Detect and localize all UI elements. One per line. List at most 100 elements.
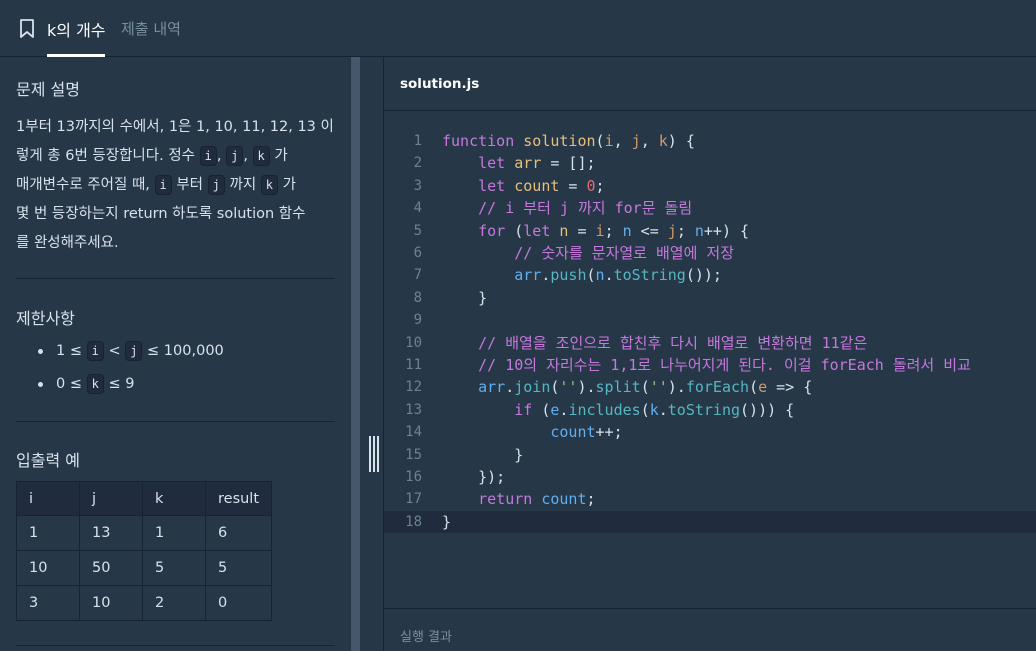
line-number: 7 — [413, 267, 422, 284]
grip-bar — [373, 436, 375, 472]
code-line[interactable]: 11 // 10의 자리수는 1,1로 나누어지게 된다. 이걸 forEach… — [384, 354, 1036, 376]
tab-problem[interactable]: k의 개수 — [47, 17, 106, 41]
desc-sep: , — [216, 148, 222, 164]
line-number: 15 — [405, 446, 422, 463]
code-text: // 10의 자리수는 1,1로 나누어지게 된다. 이걸 forEach 돌려… — [442, 354, 971, 376]
code-k: k — [260, 175, 279, 195]
code-comment: // i 부터 j 까지 for문 돌림 — [478, 199, 693, 218]
code-k: k — [86, 374, 104, 394]
table-cell: 1 — [142, 515, 206, 551]
table-cell: 5 — [205, 550, 272, 586]
code-text: arr.join('').split('').forEach(e => { — [478, 378, 813, 397]
list-item: 0 ≤ k ≤ 9 — [38, 372, 224, 405]
line-number: 5 — [413, 222, 422, 239]
code-text: // 숫자를 문자열로 배열에 저장 — [442, 242, 734, 264]
io-section-title: 입출력 예 — [16, 451, 80, 470]
code-line[interactable]: 15 } — [384, 444, 1036, 466]
code-text: arr.push(n.toString()); — [514, 266, 722, 285]
problem-description-pane[interactable]: 문제 설명 1부터 13까지의 수에서, 1은 1, 10, 11, 12, 1… — [0, 57, 351, 651]
table-header-cell: j — [79, 481, 143, 516]
desc-text: 까지 — [229, 177, 257, 193]
code-text: count++; — [550, 423, 623, 442]
editor-filename: solution.js — [400, 76, 480, 92]
line-number: 4 — [413, 200, 422, 217]
line-number: 3 — [413, 177, 422, 194]
table-row: 1 13 1 6 — [16, 515, 272, 551]
tab-submissions[interactable]: 제출 내역 — [121, 18, 181, 39]
line-number: 11 — [405, 357, 422, 373]
desc-text: 가 — [274, 148, 288, 164]
code-text: let count = 0; — [478, 176, 605, 195]
line-number: 14 — [405, 424, 422, 441]
section-divider — [16, 421, 335, 422]
line-number: 1 — [413, 133, 422, 149]
code-comment: // 숫자를 문자열로 배열에 저장 — [514, 244, 735, 262]
line-number: 12 — [405, 379, 422, 396]
line-number: 17 — [405, 491, 422, 508]
desc-sep: , — [243, 148, 248, 164]
desc-line: 를 완성해주세요. — [16, 235, 119, 251]
limit-text: 0 ≤ — [56, 376, 82, 392]
code-editor[interactable]: 1 function solution(i, j, k) { 2 let arr … — [383, 111, 1036, 608]
code-j: j — [207, 175, 225, 195]
code-line[interactable]: 1 function solution(i, j, k) { — [384, 130, 1036, 152]
desc-line: 매개변수로 주어질 때, i 부터 j 까지 k 가 — [16, 171, 335, 200]
code-line[interactable]: 9 — [384, 309, 1036, 331]
code-line[interactable]: 5 for (let n = i; n <= j; n++) { — [384, 220, 1036, 242]
code-line[interactable]: 2 let arr = []; — [384, 152, 1036, 174]
desc-text: 부터 — [176, 177, 204, 193]
code-comment: // 10의 자리수는 1,1로 나누어지게 된다. 이걸 forEach 돌려… — [478, 356, 971, 374]
code-text: }); — [442, 468, 506, 486]
code-text: // 배열을 조인으로 합친후 다시 배열로 변환하면 11같은 — [442, 332, 867, 354]
code-line[interactable]: 7 arr.push(n.toString()); — [384, 264, 1036, 286]
line-number: 18 — [405, 513, 422, 530]
table-cell: 13 — [79, 515, 143, 551]
pane-scrollbar[interactable] — [351, 57, 360, 651]
bookmark-icon[interactable] — [19, 19, 35, 38]
code-k: k — [252, 146, 270, 166]
grip-bar — [369, 436, 371, 472]
code-line[interactable]: 12 arr.join('').split('').forEach(e => { — [384, 376, 1036, 398]
code-line[interactable]: 16 }); — [384, 466, 1036, 488]
code-i: i — [86, 341, 104, 361]
code-text: } — [442, 288, 488, 307]
code-line[interactable]: 17 return count; — [384, 488, 1036, 510]
limits-section-title: 제한사항 — [16, 309, 75, 328]
table-row: 3 10 2 0 — [16, 585, 272, 621]
desc-line: 1부터 13까지의 수에서, 1은 1, 10, 11, 12, 13 이 — [16, 119, 334, 135]
desc-line: 몇 번 등장하는지 return 하도록 solution 함수 — [16, 206, 306, 222]
code-text: } — [442, 445, 524, 464]
problem-description: 1부터 13까지의 수에서, 1은 1, 10, 11, 12, 13 이 렇게… — [16, 113, 335, 258]
code-line[interactable]: 8 } — [384, 287, 1036, 309]
line-number: 10 — [405, 334, 422, 351]
code-j: j — [125, 341, 143, 361]
limit-text: 1 ≤ — [56, 343, 82, 359]
code-text: for (let n = i; n <= j; n++) { — [478, 221, 750, 240]
editor-header: solution.js — [383, 57, 1036, 111]
table-cell: 0 — [205, 585, 272, 621]
desc-text: 렇게 총 6번 등장합니다. 정수 — [16, 148, 196, 164]
resize-handle[interactable] — [368, 436, 380, 472]
result-panel[interactable]: 실행 결과 — [383, 608, 1036, 651]
line-number: 8 — [413, 289, 422, 306]
code-line[interactable]: 4 // i 부터 j 까지 for문 돌림 — [384, 197, 1036, 219]
code-line[interactable]: 14 count++; — [384, 421, 1036, 443]
code-line[interactable]: 3 let count = 0; — [384, 175, 1036, 197]
code-line[interactable]: 6 // 숫자를 문자열로 배열에 저장 — [384, 242, 1036, 264]
table-header-row: i j k result — [16, 481, 272, 516]
code-i: i — [154, 175, 172, 195]
table-cell: 1 — [16, 515, 80, 551]
code-text: // i 부터 j 까지 for문 돌림 — [442, 197, 692, 219]
table-cell: 5 — [142, 550, 206, 586]
table-cell: 10 — [79, 585, 143, 621]
code-i: i — [199, 146, 217, 166]
code-line-active[interactable]: 18} — [384, 510, 1036, 534]
code-line[interactable]: 13 if (e.includes(k.toString())) { — [384, 399, 1036, 421]
desc-line: 렇게 총 6번 등장합니다. 정수 i, j, k 가 — [16, 142, 335, 171]
code-line[interactable]: 10 // 배열을 조인으로 합친후 다시 배열로 변환하면 11같은 — [384, 332, 1036, 354]
io-example-table: i j k result 1 13 1 6 10 50 5 5 3 10 2 0 — [16, 481, 272, 621]
code-text: if (e.includes(k.toString())) { — [514, 400, 795, 419]
line-number: 2 — [413, 155, 422, 172]
table-header-cell: result — [205, 481, 272, 516]
code-text: let arr = []; — [478, 154, 596, 173]
